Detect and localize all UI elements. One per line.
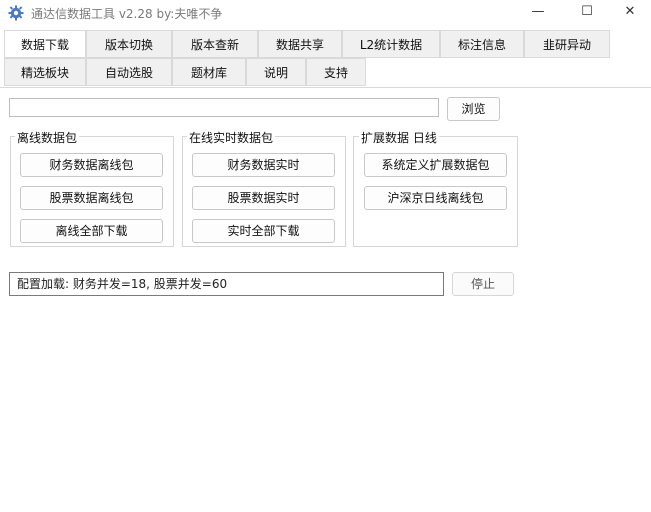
extended-group-title: 扩展数据 日线: [359, 129, 439, 146]
tab-support[interactable]: 支持: [306, 58, 366, 86]
system-extended-button[interactable]: 系统定义扩展数据包: [364, 153, 507, 177]
close-button[interactable]: ✕: [608, 0, 651, 26]
stock-offline-button[interactable]: 股票数据离线包: [20, 186, 163, 210]
financial-offline-button[interactable]: 财务数据离线包: [20, 153, 163, 177]
stock-realtime-button[interactable]: 股票数据实时: [192, 186, 335, 210]
tab-auto-stock-pick[interactable]: 自动选股: [86, 58, 172, 86]
tab-instructions[interactable]: 说明: [246, 58, 306, 86]
title-bar: 通达信数据工具 v2.28 by:夫唯不争 — ☐ ✕: [0, 0, 651, 26]
daily-offline-button[interactable]: 沪深京日线离线包: [364, 186, 507, 210]
window-title: 通达信数据工具 v2.28 by:夫唯不争: [31, 7, 223, 21]
realtime-group-title: 在线实时数据包: [187, 129, 276, 146]
tab-jiuyan-movement[interactable]: 韭研异动: [524, 30, 610, 58]
stop-button[interactable]: 停止: [452, 272, 514, 296]
gear-icon: [8, 5, 24, 21]
tab-l2-stats[interactable]: L2统计数据: [342, 30, 440, 58]
tab-version-check[interactable]: 版本查新: [172, 30, 258, 58]
tab-data-download[interactable]: 数据下载: [4, 30, 86, 58]
tab-data-share[interactable]: 数据共享: [258, 30, 342, 58]
minimize-button[interactable]: —: [516, 0, 560, 26]
offline-group-title: 离线数据包: [15, 129, 80, 146]
path-input[interactable]: [9, 98, 439, 117]
tab-annotation-info[interactable]: 标注信息: [440, 30, 524, 58]
realtime-download-all-button[interactable]: 实时全部下载: [192, 219, 335, 243]
tab-selected-sectors[interactable]: 精选板块: [4, 58, 86, 86]
maximize-button[interactable]: ☐: [565, 0, 609, 26]
offline-download-all-button[interactable]: 离线全部下载: [20, 219, 163, 243]
browse-button[interactable]: 浏览: [447, 97, 500, 121]
tab-version-switch[interactable]: 版本切换: [86, 30, 172, 58]
financial-realtime-button[interactable]: 财务数据实时: [192, 153, 335, 177]
status-text: 配置加载: 财务并发=18, 股票并发=60: [9, 272, 444, 296]
tab-theme-library[interactable]: 题材库: [172, 58, 246, 86]
